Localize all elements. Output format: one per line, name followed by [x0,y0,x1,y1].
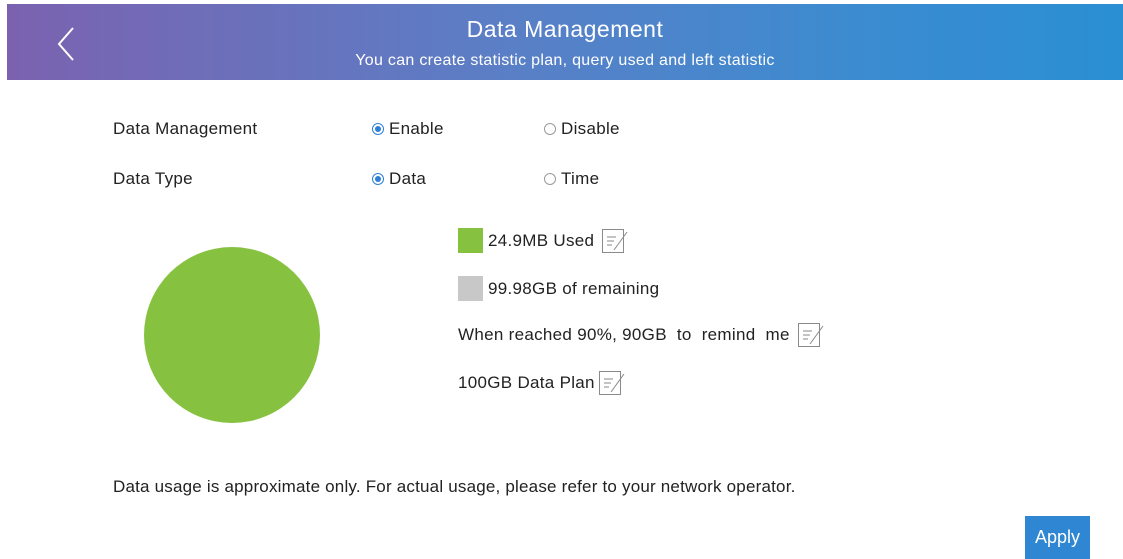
page-header: Data Management You can create statistic… [7,4,1123,80]
enable-radio[interactable]: Enable [372,119,444,139]
data-type-label: Data Type [113,169,193,188]
pie-slice-used [144,247,320,423]
enable-radio-label: Enable [389,119,444,138]
remaining-row: 99.98GB of remaining [458,276,659,301]
radio-checked-icon [372,123,384,135]
disable-radio[interactable]: Disable [544,119,620,139]
edit-icon[interactable] [598,371,625,395]
radio-checked-icon [372,173,384,185]
remind-label: When reached 90%, 90GB to remind me [458,325,790,344]
time-radio[interactable]: Time [544,169,599,189]
page-subtitle: You can create statistic plan, query use… [355,52,775,69]
data-radio[interactable]: Data [372,169,426,189]
remaining-color-swatch [458,276,483,301]
radio-unchecked-icon [544,123,556,135]
disable-radio-label: Disable [561,119,620,138]
data-radio-label: Data [389,169,427,188]
page-title: Data Management [466,16,664,42]
used-label: 24.9MB Used [488,230,595,250]
edit-icon[interactable] [602,228,628,253]
apply-button[interactable]: Apply [1025,516,1090,559]
time-radio-label: Time [561,169,600,188]
used-color-swatch [458,228,483,253]
remaining-label: 99.98GB of remaining [488,278,660,298]
usage-pie-chart [144,247,320,423]
usage-disclaimer: Data usage is approximate only. For actu… [113,477,796,496]
data-management-label: Data Management [113,119,258,138]
plan-label: 100GB Data Plan [458,373,595,392]
plan-row: 100GB Data Plan [458,371,625,395]
edit-icon[interactable] [797,323,824,347]
used-row: 24.9MB Used [458,228,628,253]
remind-row: When reached 90%, 90GB to remind me [458,323,824,347]
radio-unchecked-icon [544,173,556,185]
